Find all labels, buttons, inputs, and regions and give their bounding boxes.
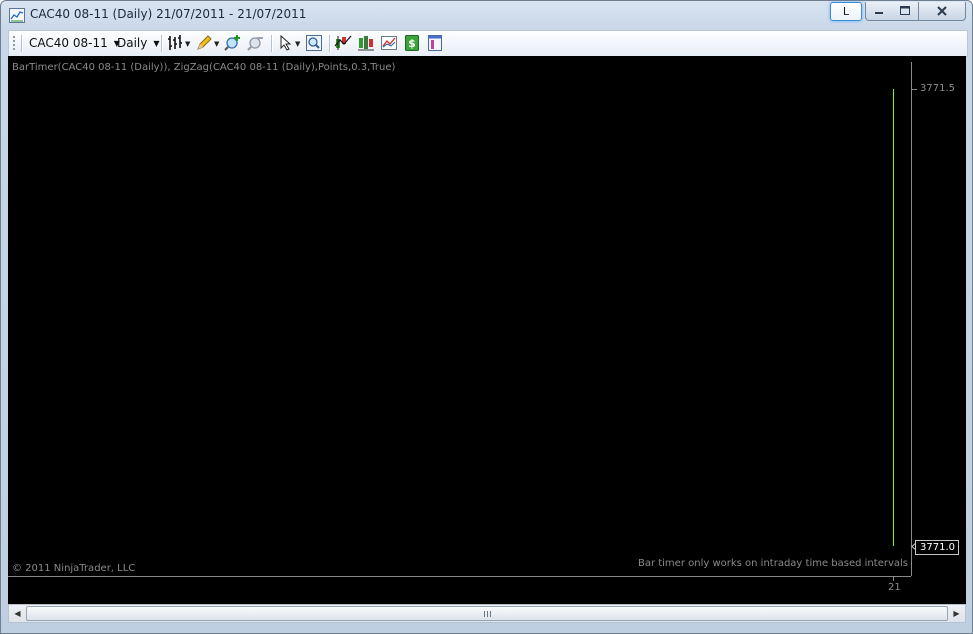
- copyright-text: © 2011 NinjaTrader, LLC: [12, 563, 136, 574]
- bar-type-icon: [168, 35, 182, 50]
- indicators-icon: [334, 35, 352, 50]
- order-entry-dollar-icon: $: [405, 35, 419, 51]
- maximize-button[interactable]: [892, 2, 919, 21]
- drawing-tool-button[interactable]: [195, 34, 213, 52]
- interval-label: Daily: [117, 36, 148, 50]
- toolbar-separator: [329, 35, 331, 52]
- cursor-button[interactable]: [277, 34, 295, 52]
- zoom-out-icon: [247, 37, 263, 51]
- title-bar[interactable]: CAC40 08-11 (Daily) 21/07/2011 - 21/07/2…: [1, 1, 972, 29]
- svg-text:$: $: [408, 37, 416, 50]
- minimize-button[interactable]: [865, 2, 893, 21]
- minimize-icon: [875, 12, 883, 14]
- zoom-out-button[interactable]: [247, 34, 265, 52]
- indicator-label: BarTimer(CAC40 08-11 (Daily)), ZigZag(CA…: [12, 62, 396, 73]
- chart-toolbar: CAC40 08-11 ▼ Daily ▼ ▼ ▼ ▼ $: [8, 30, 968, 57]
- last-price-label: 3771.0: [915, 540, 959, 555]
- data-box-magnifier-icon: [306, 35, 322, 51]
- chevron-down-icon[interactable]: ▼: [214, 40, 219, 48]
- strategies-icon: [358, 36, 374, 51]
- indicators-button[interactable]: [334, 34, 352, 52]
- order-entry-button[interactable]: $: [403, 34, 421, 52]
- chart-app-icon: [9, 8, 25, 23]
- interval-selector[interactable]: Daily ▼: [117, 35, 160, 52]
- chart-trader-icon: [428, 35, 442, 51]
- link-button[interactable]: L: [830, 2, 862, 21]
- horizontal-scrollbar[interactable]: ◀ ▶: [8, 604, 966, 623]
- chevron-down-icon[interactable]: ▼: [185, 40, 190, 48]
- instrument-label: CAC40 08-11: [29, 36, 108, 50]
- time-tick-label: 21: [888, 582, 901, 593]
- drawing-tool-pencil-icon: [197, 35, 212, 50]
- data-box-button[interactable]: [305, 34, 323, 52]
- maximize-icon: [900, 6, 910, 15]
- scroll-thumb[interactable]: [26, 606, 948, 621]
- chart-panel[interactable]: BarTimer(CAC40 08-11 (Daily)), ZigZag(CA…: [8, 56, 966, 604]
- chart-trader-button[interactable]: [426, 34, 444, 52]
- strategies-button[interactable]: [357, 34, 375, 52]
- toolbar-grip[interactable]: [13, 36, 15, 51]
- zoom-in-button[interactable]: [224, 34, 242, 52]
- toolbar-separator: [161, 35, 163, 52]
- scroll-left-button[interactable]: ◀: [9, 605, 26, 622]
- properties-icon: [381, 36, 397, 50]
- bar-type-button[interactable]: [166, 34, 184, 52]
- cursor-pointer-icon: [280, 34, 292, 51]
- bar-timer-message: Bar timer only works on intraday time ba…: [637, 558, 908, 569]
- close-icon: [937, 6, 947, 16]
- price-tick-label: 3771.5: [920, 83, 955, 94]
- chart-canvas: [8, 62, 918, 581]
- chart-window: CAC40 08-11 (Daily) 21/07/2011 - 21/07/2…: [0, 0, 973, 634]
- left-arrow-icon: ◀: [14, 609, 21, 618]
- window-title: CAC40 08-11 (Daily) 21/07/2011 - 21/07/2…: [30, 7, 307, 21]
- right-arrow-icon: ▶: [953, 609, 960, 618]
- chevron-down-icon: ▼: [153, 39, 160, 48]
- scroll-right-button[interactable]: ▶: [948, 605, 965, 622]
- zoom-in-icon: [224, 35, 240, 51]
- chevron-down-icon[interactable]: ▼: [295, 40, 300, 48]
- properties-button[interactable]: [380, 34, 398, 52]
- toolbar-separator: [271, 35, 273, 52]
- toolbar-separator: [21, 35, 23, 52]
- instrument-selector[interactable]: CAC40 08-11 ▼: [29, 35, 120, 52]
- close-button[interactable]: [919, 2, 966, 21]
- grip-icon: [484, 611, 491, 617]
